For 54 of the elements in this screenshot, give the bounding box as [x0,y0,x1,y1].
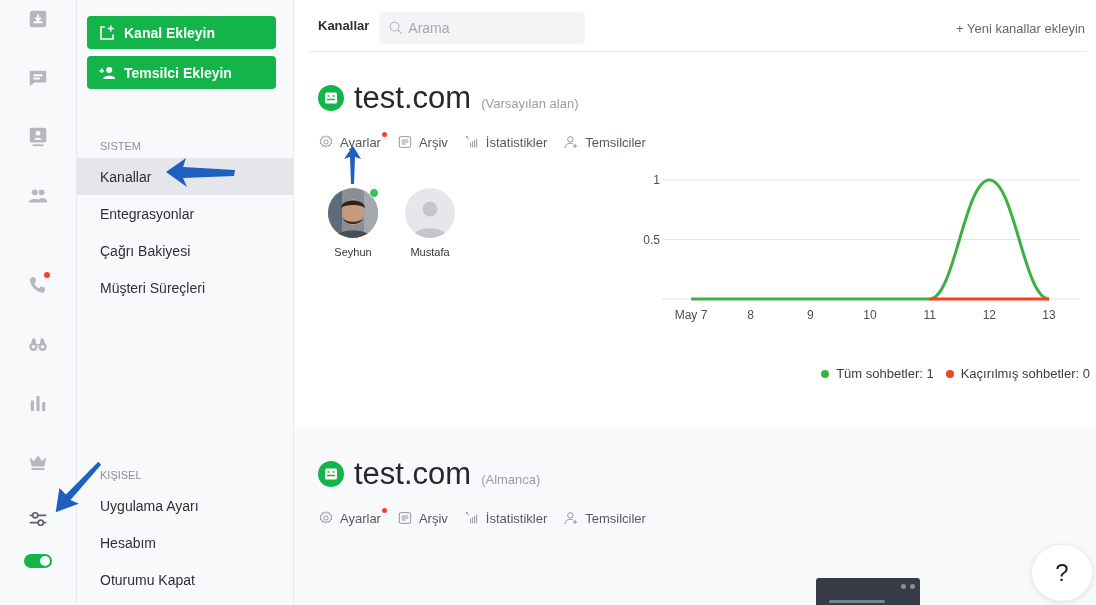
menu-item[interactable]: Müşteri Süreçleri [77,269,293,306]
menu-item[interactable]: Oturumu Kapat [77,561,293,598]
action-link[interactable]: İstatistikler [463,134,548,150]
agent-name: Seyhun [334,246,372,258]
section-heading: SISTEM [99,140,142,154]
menu-item[interactable]: Hesabım [77,524,293,561]
menu-item[interactable]: Uygulama Ayarı [77,487,293,524]
channel-note: (Almanca) [481,472,541,487]
action-link[interactable]: Ayarlar [318,134,381,150]
menu-item[interactable]: Entegrasyonlar [77,195,293,232]
axis-label: 9 [807,308,814,322]
action-link[interactable]: Arşiv [396,134,448,150]
legend-label: Kaçırılmış sohbetler: 0 [960,366,1090,381]
axis-label: May 7 [674,308,708,322]
agent-name: Mustafa [410,246,450,258]
search-icon [388,19,405,36]
signal-bars-icon [463,510,480,526]
add-person-icon [563,510,580,526]
page-title: Kanallar [318,18,370,33]
action-link[interactable]: Ayarlar [318,510,381,526]
signal-bars-icon [463,134,480,150]
avatar-placeholder-icon [405,188,455,238]
channel-logo-icon [318,85,344,111]
add-person-icon [563,134,580,150]
action-link[interactable]: İstatistikler [463,510,548,526]
action-link[interactable]: Arşiv [396,510,448,526]
action-link[interactable]: Temsilciler [563,510,646,526]
menu-item[interactable]: Kanallar [77,158,293,195]
document-icon [396,134,413,150]
legend-label: Tüm sohbetler: 1 [836,366,934,381]
add-square-icon [98,23,116,42]
document-icon [396,510,413,526]
contact-card-icon [27,126,49,148]
status-switch[interactable] [24,554,52,568]
gear-icon [318,510,334,526]
channel-logo-icon [318,461,344,487]
help-button[interactable]: ? [1032,545,1092,601]
axis-label: 11 [923,308,936,322]
axis-label: 1 [653,173,660,187]
add-channels-link[interactable]: + Yeni kanallar ekleyin [956,21,1085,36]
search-field[interactable]: Arama [379,11,586,44]
menu-item[interactable]: Çağrı Bakiyesi [77,232,293,269]
axis-label: 10 [863,308,877,322]
action-link[interactable]: Temsilciler [563,134,646,150]
axis-label: 8 [747,308,754,322]
axis-label: 13 [1042,308,1056,322]
channel-name: test.com [354,456,472,492]
section-heading: KIŞISEL [99,469,143,483]
channel-name: test.com [354,80,472,116]
axis-label: 0.5 [643,232,660,247]
channel-note: (Varsayılan alan) [481,96,579,111]
axis-label: 12 [982,308,996,322]
gear-icon [318,134,334,150]
download-tray-icon [27,8,49,30]
